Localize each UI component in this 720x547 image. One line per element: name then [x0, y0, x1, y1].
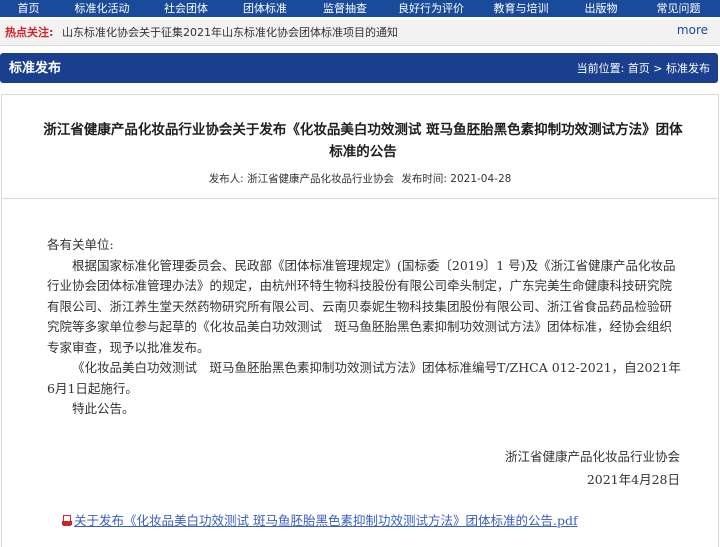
nav-item-publications[interactable]: 出版物 [565, 0, 637, 17]
body-paragraph: 特此公告。 [72, 401, 135, 416]
attachment[interactable]: 关于发布《化妆品美白功效测试 斑马鱼胚胎黑色素抑制功效测试方法》团体标准的公告.… [62, 513, 578, 528]
nav-item-supervision[interactable]: 监督抽查 [305, 0, 385, 17]
signature-date: 2021年4月28日 [586, 472, 680, 487]
article-title: 浙江省健康产品化妆品行业协会关于发布《化妆品美白功效测试 斑马鱼胚胎黑色素抑制功… [43, 122, 683, 160]
top-nav: 首页 标准化活动 社会团体 团体标准 监督抽查 良好行为评价 教育与培训 出版物… [0, 0, 720, 17]
body-paragraph: 《化妆品美白功效测试 斑马鱼胚胎黑色素抑制功效测试方法》团体标准编号T/ZHCA… [47, 360, 681, 396]
article-body: 各有关单位: 根据国家标准化管理委员会、民政部《团体标准管理规定》(国标委〔20… [47, 235, 683, 420]
article-date: 发布时间: 2021-04-28 [401, 173, 512, 185]
nav-item-standardization[interactable]: 标准化活动 [57, 0, 147, 17]
more-link[interactable]: more [677, 23, 708, 38]
section-header: 标准发布 当前位置: 首页 > 标准发布 [0, 53, 718, 83]
divider [2, 198, 718, 199]
signature-org: 浙江省健康产品化妆品行业协会 [504, 449, 680, 464]
section-title: 标准发布 [9, 61, 62, 76]
attachment-link[interactable]: 关于发布《化妆品美白功效测试 斑马鱼胚胎黑色素抑制功效测试方法》团体标准的公告.… [74, 513, 578, 528]
article-meta: 发布人: 浙江省健康产品化妆品行业协会 发布时间: 2021-04-28 [2, 173, 718, 186]
salutation: 各有关单位: [47, 237, 114, 252]
signature-block: 浙江省健康产品化妆品行业协会 2021年4月28日 [505, 445, 680, 491]
hot-label: 热点关注: [5, 26, 54, 39]
nav-item-social-groups[interactable]: 社会团体 [147, 0, 225, 17]
pdf-file-icon [62, 514, 72, 527]
article-publisher: 发布人: 浙江省健康产品化妆品行业协会 [208, 173, 395, 185]
body-paragraph: 根据国家标准化管理委员会、民政部《团体标准管理规定》(国标委〔2019〕1 号)… [47, 257, 676, 355]
nav-item-group-standards[interactable]: 团体标准 [225, 0, 305, 17]
hot-news-link[interactable]: 山东标准化协会关于征集2021年山东标准化协会团体标准项目的通知 [62, 26, 398, 39]
nav-item-evaluation[interactable]: 良好行为评价 [385, 0, 477, 17]
breadcrumb[interactable]: 当前位置: 首页 > 标准发布 [577, 62, 710, 75]
nav-item-education[interactable]: 教育与培训 [477, 0, 565, 17]
nav-item-faq[interactable]: 常见问题 [637, 0, 720, 17]
hot-news-bar: 热点关注: 山东标准化协会关于征集2021年山东标准化协会团体标准项目的通知 m… [0, 19, 720, 46]
nav-item-home[interactable]: 首页 [0, 0, 57, 17]
article-panel: 浙江省健康产品化妆品行业协会关于发布《化妆品美白功效测试 斑马鱼胚胎黑色素抑制功… [1, 94, 719, 547]
